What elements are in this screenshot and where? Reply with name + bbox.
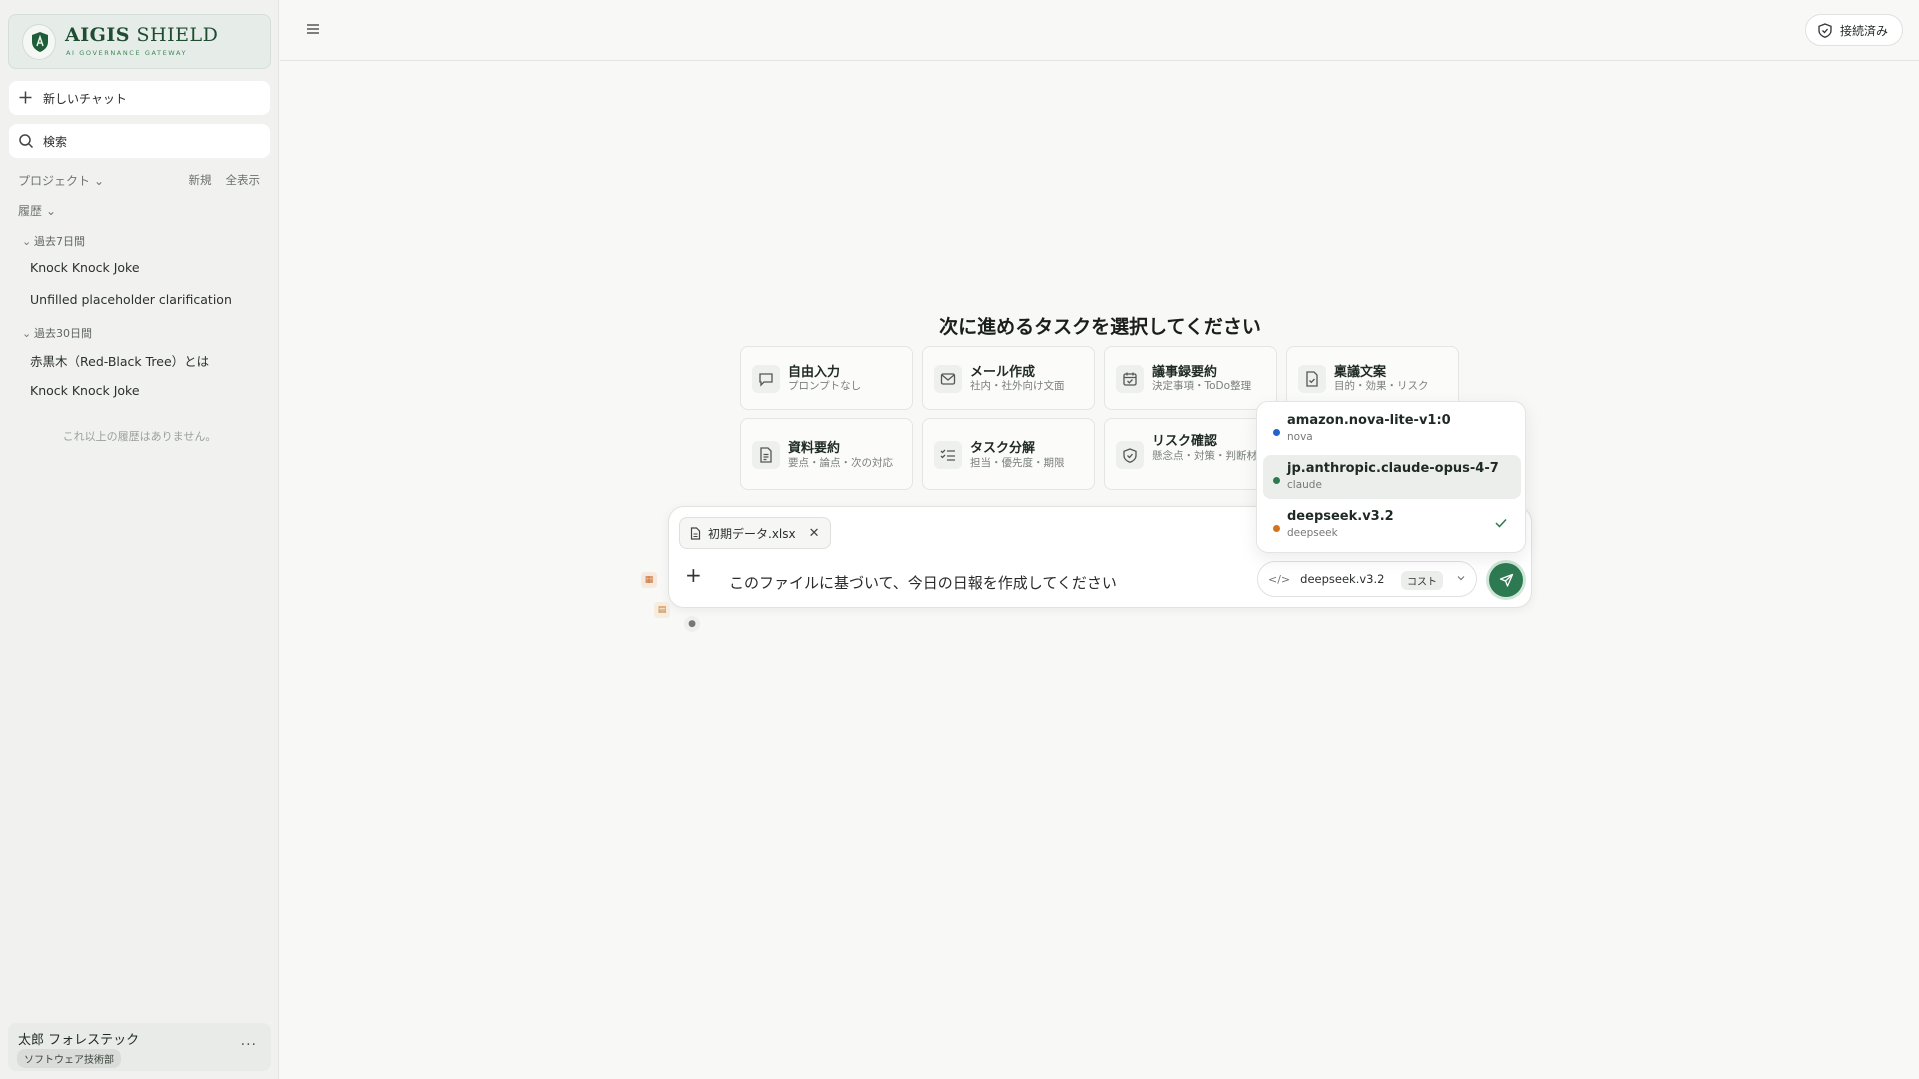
- file-icon: [690, 526, 701, 540]
- model-name: jp.anthropic.claude-opus-4-7: [1287, 461, 1499, 476]
- card-subtitle: 要点・論点・次の対応: [788, 457, 893, 469]
- page-title: 次に進めるタスクを選択してください: [939, 316, 1261, 338]
- model-option-claude[interactable]: jp.anthropic.claude-opus-4-7 claude: [1263, 455, 1521, 499]
- brand-subtitle: AI GOVERNANCE GATEWAY: [66, 49, 188, 57]
- top-bar: 接続済み: [280, 0, 1919, 61]
- microphone-icon[interactable]: ●: [684, 616, 700, 632]
- search-label: 検索: [43, 135, 68, 149]
- department-badge: ソフトウェア技術部: [17, 1049, 121, 1068]
- sidebar: AIGIS SHIELD AI GOVERNANCE GATEWAY 新しいチャ…: [0, 0, 279, 1079]
- card-title: タスク分解: [970, 441, 1036, 456]
- new-chat-button[interactable]: 新しいチャット: [9, 81, 270, 115]
- card-title: 議事録要約: [1152, 365, 1218, 380]
- card-subtitle: 懸念点・対策・判断材料: [1152, 450, 1268, 462]
- model-selector[interactable]: </> deepseek.v3.2 コスト: [1257, 561, 1477, 597]
- history-label: 履歴: [18, 204, 43, 218]
- task-card-free-input[interactable]: 自由入力 プロンプトなし: [740, 346, 913, 410]
- task-card-risk-check[interactable]: リスク確認 懸念点・対策・判断材料: [1104, 418, 1277, 490]
- projects-toggle[interactable]: プロジェクト ⌄: [18, 172, 104, 189]
- card-title: 稟議文案: [1334, 365, 1387, 380]
- checklist-icon: [934, 441, 962, 469]
- shield-check-icon: [1116, 441, 1144, 469]
- model-provider: nova: [1287, 431, 1313, 443]
- history-item[interactable]: 赤黒木（Red-Black Tree）とは: [30, 351, 209, 370]
- user-card[interactable]: 太郎 フォレステック ソフトウェア技術部 ···: [8, 1023, 271, 1071]
- history-item[interactable]: Knock Knock Joke: [30, 383, 140, 398]
- connection-status-button[interactable]: 接続済み: [1804, 14, 1903, 46]
- history-group-toggle[interactable]: ⌄ 過去30日間: [22, 325, 92, 341]
- card-title: 資料要約: [788, 441, 841, 456]
- chevron-down-icon: [1456, 573, 1466, 583]
- selected-model: deepseek.v3.2: [1300, 572, 1385, 586]
- document-text-icon: [752, 441, 780, 469]
- remove-attachment-icon[interactable]: ✕: [809, 526, 820, 541]
- plus-icon: [18, 90, 33, 105]
- add-attachment-button[interactable]: +: [685, 565, 702, 585]
- status-dot: [1273, 429, 1280, 436]
- attachment-chip[interactable]: 初期データ.xlsx ✕: [679, 517, 831, 549]
- task-card-doc-summary[interactable]: 資料要約 要点・論点・次の対応: [740, 418, 913, 490]
- chevron-down-icon: ⌄: [94, 174, 105, 188]
- project-links: 新規 全表示: [175, 172, 261, 188]
- card-subtitle: 目的・効果・リスク: [1334, 380, 1429, 392]
- new-chat-label: 新しいチャット: [43, 92, 127, 106]
- more-options-icon[interactable]: ···: [241, 1037, 257, 1053]
- show-all-link[interactable]: 全表示: [226, 173, 261, 187]
- new-project-link[interactable]: 新規: [189, 173, 212, 187]
- history-toggle[interactable]: 履歴 ⌄: [18, 202, 56, 219]
- history-item[interactable]: Knock Knock Joke: [30, 260, 140, 275]
- chevron-down-icon: ⌄: [46, 204, 57, 218]
- cost-badge: コスト: [1401, 571, 1443, 590]
- no-more-history: これ以上の履歴はありません。: [62, 430, 217, 443]
- connection-status-label: 接続済み: [1839, 23, 1888, 38]
- code-icon: </>: [1268, 572, 1291, 586]
- checkmark-icon: [1495, 518, 1507, 528]
- group-label: 過去7日間: [34, 235, 85, 248]
- card-subtitle: 決定事項・ToDo整理: [1152, 380, 1252, 392]
- group-label: 過去30日間: [34, 327, 92, 340]
- chevron-down-icon: ⌄: [22, 235, 32, 248]
- calendar-check-icon: [1116, 365, 1144, 393]
- brand-logo[interactable]: AIGIS SHIELD AI GOVERNANCE GATEWAY: [8, 14, 271, 69]
- send-button[interactable]: [1489, 563, 1523, 597]
- history-item[interactable]: Unfilled placeholder clarification: [30, 292, 232, 307]
- model-name: deepseek.v3.2: [1287, 509, 1394, 524]
- model-option-deepseek[interactable]: deepseek.v3.2 deepseek: [1263, 503, 1521, 547]
- card-subtitle: 社内・社外向け文面: [970, 380, 1065, 392]
- document-check-icon: [1298, 365, 1326, 393]
- shield-check-icon: [1818, 22, 1832, 38]
- task-card-minutes[interactable]: 議事録要約 決定事項・ToDo整理: [1104, 346, 1277, 410]
- search-icon: [18, 133, 34, 149]
- status-dot: [1273, 525, 1280, 532]
- status-dot: [1273, 477, 1280, 484]
- card-title: 自由入力: [788, 365, 841, 380]
- projects-label: プロジェクト: [18, 174, 91, 188]
- model-provider: claude: [1287, 479, 1322, 491]
- send-icon: [1499, 573, 1514, 588]
- prompt-input[interactable]: [729, 573, 1249, 591]
- chevron-down-icon: ⌄: [22, 327, 32, 340]
- shield-logo-icon: [22, 24, 56, 60]
- model-option-nova[interactable]: amazon.nova-lite-v1:0 nova: [1263, 407, 1521, 451]
- model-dropdown-menu: amazon.nova-lite-v1:0 nova jp.anthropic.…: [1256, 401, 1526, 553]
- card-subtitle: プロンプトなし: [788, 380, 862, 392]
- model-name: amazon.nova-lite-v1:0: [1287, 413, 1451, 428]
- card-subtitle: 担当・優先度・期限: [970, 457, 1065, 469]
- search-button[interactable]: 検索: [9, 124, 270, 158]
- history-group-toggle[interactable]: ⌄ 過去7日間: [22, 233, 85, 249]
- user-name: 太郎 フォレステック: [18, 1033, 140, 1048]
- task-card-email[interactable]: メール作成 社内・社外向け文面: [922, 346, 1095, 410]
- document-icon[interactable]: ▤: [654, 602, 670, 618]
- card-title: メール作成: [970, 365, 1036, 380]
- hamburger-menu-icon[interactable]: [306, 22, 320, 36]
- chat-bubble-icon: [752, 365, 780, 393]
- task-card-task-breakdown[interactable]: タスク分解 担当・優先度・期限: [922, 418, 1095, 490]
- brand-title: AIGIS SHIELD: [65, 24, 219, 46]
- model-provider: deepseek: [1287, 527, 1338, 539]
- mail-icon: [934, 365, 962, 393]
- attachment-name: 初期データ.xlsx: [708, 526, 796, 541]
- card-title: リスク確認: [1152, 434, 1218, 449]
- spreadsheet-icon[interactable]: ▦: [641, 572, 657, 588]
